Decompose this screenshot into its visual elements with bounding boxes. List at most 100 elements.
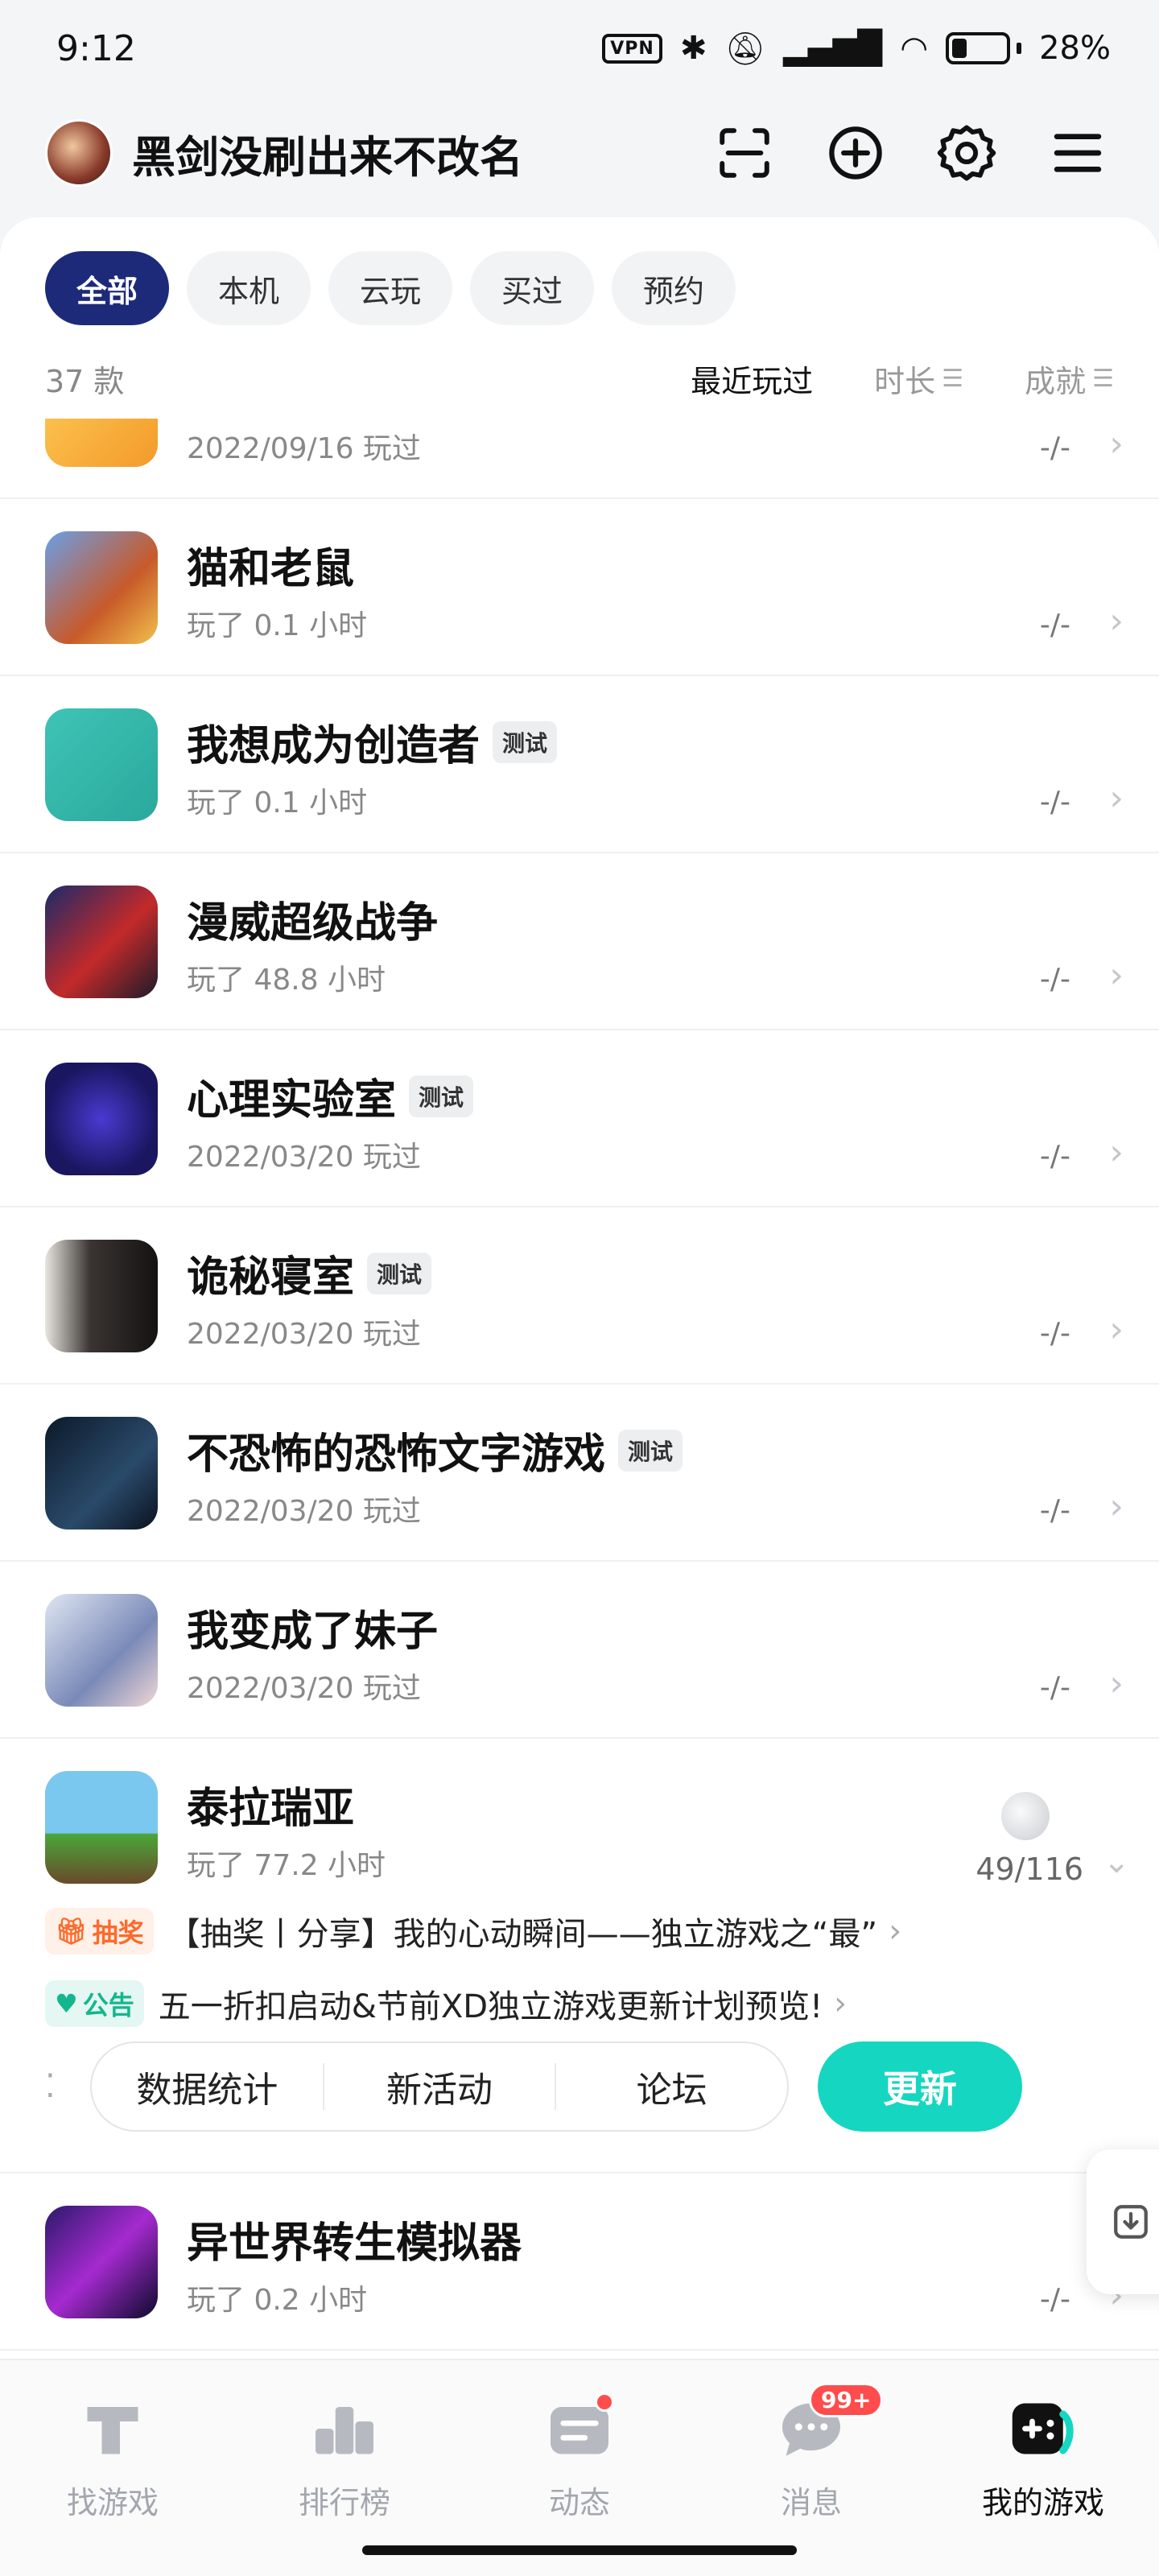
nav-my-games[interactable]: 我的游戏: [963, 2392, 1124, 2522]
beta-badge: 测试: [409, 1075, 474, 1117]
game-count: 37 款: [45, 363, 125, 399]
home-indicator[interactable]: [362, 2545, 797, 2555]
achievement-progress: -/-: [1039, 609, 1070, 642]
news-item-notice[interactable]: ♥ 公告 五一折扣启动&节前XD独立游戏更新计划预览! ›: [45, 1975, 847, 2032]
game-icon: [45, 1594, 158, 1707]
expanded-game-card: 泰拉瑞亚 玩了 77.2 小时 49/116 ⌄ 🎁︎ 抽奖 【抽奖丨分享】我的心…: [0, 1739, 1159, 2174]
game-list: … 2022/09/16 玩过 -/- › 猫和老鼠 玩了 0.1 小时 -/-…: [0, 419, 1159, 2359]
chevron-right-icon: ›: [1109, 1309, 1124, 1350]
lottery-tag: 🎁︎ 抽奖: [45, 1908, 154, 1955]
events-button[interactable]: 新活动: [324, 2063, 557, 2111]
beta-badge: 测试: [493, 720, 558, 763]
tab-local[interactable]: 本机: [187, 251, 311, 325]
achievement-progress: 49/116: [975, 1852, 1083, 1887]
game-subtitle: 玩了 0.1 小时: [187, 609, 368, 642]
tab-all[interactable]: 全部: [45, 251, 169, 325]
list-item[interactable]: … 2022/09/16 玩过 -/- ›: [0, 419, 1159, 499]
game-title: 异世界转生模拟器: [187, 2219, 522, 2268]
scan-icon: [720, 128, 769, 178]
tab-cloud[interactable]: 云玩: [328, 251, 452, 325]
chevron-right-icon: ›: [1109, 1132, 1124, 1173]
game-title: 心理实验室 测试: [187, 1066, 474, 1126]
game-subtitle: 2022/03/20 玩过: [187, 1672, 421, 1705]
list-item[interactable]: 异世界转生模拟器 玩了 0.2 小时 -/- ›: [0, 2174, 1159, 2351]
game-title: 漫威超级战争: [187, 899, 439, 947]
list-item[interactable]: 猫和老鼠 玩了 0.1 小时 -/- ›: [0, 499, 1159, 676]
game-title: 我变成了妹子: [187, 1608, 439, 1656]
game-title[interactable]: 泰拉瑞亚: [187, 1774, 354, 1835]
list-item[interactable]: 诡秘寝室 测试 2022/03/20 玩过 -/- ›: [0, 1208, 1159, 1385]
download-manager-button[interactable]: [1087, 2149, 1159, 2294]
plus-circle-icon: [829, 126, 882, 180]
bottom-navigation: 找游戏 排行榜 动态 99+ 消息 我的游戏: [0, 2359, 1159, 2576]
game-icon: [45, 1417, 158, 1530]
game-icon[interactable]: [45, 1771, 158, 1884]
game-subtitle: 玩了 48.8 小时: [187, 964, 386, 997]
scan-button[interactable]: [708, 117, 781, 189]
sort-duration[interactable]: 时长 ☰: [874, 357, 963, 401]
nav-rankings[interactable]: 排行榜: [264, 2392, 425, 2522]
gift-icon: 🎁︎: [55, 1916, 88, 1946]
game-subtitle: 2022/03/20 玩过: [187, 1141, 421, 1174]
vpn-icon: VPN: [602, 33, 662, 64]
settings-button[interactable]: [930, 117, 1003, 189]
achievement-progress: -/-: [1039, 786, 1070, 819]
chevron-right-icon: ›: [834, 1985, 848, 2022]
game-icon: [45, 1240, 158, 1352]
avatar[interactable]: [45, 119, 113, 187]
download-icon: [1114, 2205, 1148, 2239]
game-icon: [45, 2206, 158, 2318]
list-item[interactable]: 不恐怖的恐怖文字游戏 测试 2022/03/20 玩过 -/- ›: [0, 1385, 1159, 1562]
menu-button[interactable]: [1041, 117, 1114, 189]
list-item[interactable]: 漫威超级战争 玩了 48.8 小时 -/- ›: [0, 853, 1159, 1030]
more-icon[interactable]: ⁚: [45, 2068, 58, 2105]
list-toolbar: 37 款 最近玩过 时长 ☰ 成就 ☰: [45, 354, 1114, 402]
nav-find-games[interactable]: 找游戏: [32, 2392, 193, 2522]
game-title: 我想成为创造者 测试: [187, 712, 558, 772]
chevron-right-icon: ›: [1109, 955, 1124, 996]
list-item[interactable]: 心理实验室 测试 2022/03/20 玩过 -/- ›: [0, 1030, 1159, 1208]
add-button[interactable]: [819, 117, 892, 189]
update-button[interactable]: 更新: [818, 2041, 1022, 2132]
sort-icon: ☰: [1092, 364, 1114, 393]
list-item[interactable]: 我变成了妹子 2022/03/20 玩过 -/- ›: [0, 1562, 1159, 1739]
achievement-progress: -/-: [1039, 963, 1070, 996]
forum-button[interactable]: 论坛: [556, 2063, 787, 2111]
chat-bubble-icon: 99+: [775, 2383, 884, 2465]
game-subtitle: 玩了 0.2 小时: [187, 2284, 368, 2317]
sort-achievement[interactable]: 成就 ☰: [1025, 357, 1114, 401]
game-subtitle: 2022/03/20 玩过: [187, 1495, 421, 1528]
achievement-progress: -/-: [1039, 1317, 1070, 1350]
nav-messages[interactable]: 99+ 消息: [731, 2383, 892, 2522]
podium-icon: [308, 2392, 381, 2465]
game-title: 诡秘寝室 测试: [187, 1243, 432, 1303]
game-subtitle: 玩了 0.1 小时: [187, 786, 368, 819]
tab-purchased[interactable]: 买过: [470, 251, 594, 325]
status-bar: 9:12 VPN ✱ 🔕︎ ▂▄▆█ ◠ 28%: [0, 0, 1159, 97]
clock: 9:12: [56, 27, 136, 69]
game-subtitle: 玩了 77.2 小时: [187, 1849, 386, 1882]
gear-icon: [937, 125, 996, 181]
find-games-icon: [76, 2392, 149, 2465]
news-item-lottery[interactable]: 🎁︎ 抽奖 【抽奖丨分享】我的心动瞬间——独立游戏之“最” ›: [45, 1903, 901, 1959]
game-title: 不恐怖的恐怖文字游戏 测试: [187, 1420, 683, 1480]
username[interactable]: 黑剑没刷出来不改名: [132, 122, 670, 185]
beta-badge: 测试: [618, 1429, 683, 1472]
filter-tabs: 全部 本机 云玩 买过 预约: [45, 251, 736, 325]
chevron-right-icon: ›: [889, 1913, 902, 1950]
notice-tag: ♥ 公告: [45, 1980, 144, 2027]
nav-feed[interactable]: 动态: [499, 2392, 660, 2522]
sort-recent[interactable]: 最近玩过: [691, 357, 813, 401]
action-pill-group: 数据统计 新活动 论坛: [90, 2041, 789, 2132]
chevron-down-icon[interactable]: ⌄: [1103, 1843, 1130, 1880]
sort-icon: ☰: [942, 364, 964, 393]
game-title: 猫和老鼠: [187, 545, 355, 593]
list-item[interactable]: 我想成为创造者 测试 玩了 0.1 小时 -/- ›: [0, 676, 1159, 853]
game-icon: [45, 531, 158, 644]
chevron-right-icon: ›: [1109, 1663, 1124, 1704]
tab-reserved[interactable]: 预约: [612, 251, 736, 325]
game-icon: [45, 1063, 158, 1175]
game-subtitle: 2022/09/16 玩过: [187, 432, 421, 465]
signal-icon: ▂▄▆█: [783, 30, 883, 67]
stats-button[interactable]: 数据统计: [92, 2063, 324, 2111]
